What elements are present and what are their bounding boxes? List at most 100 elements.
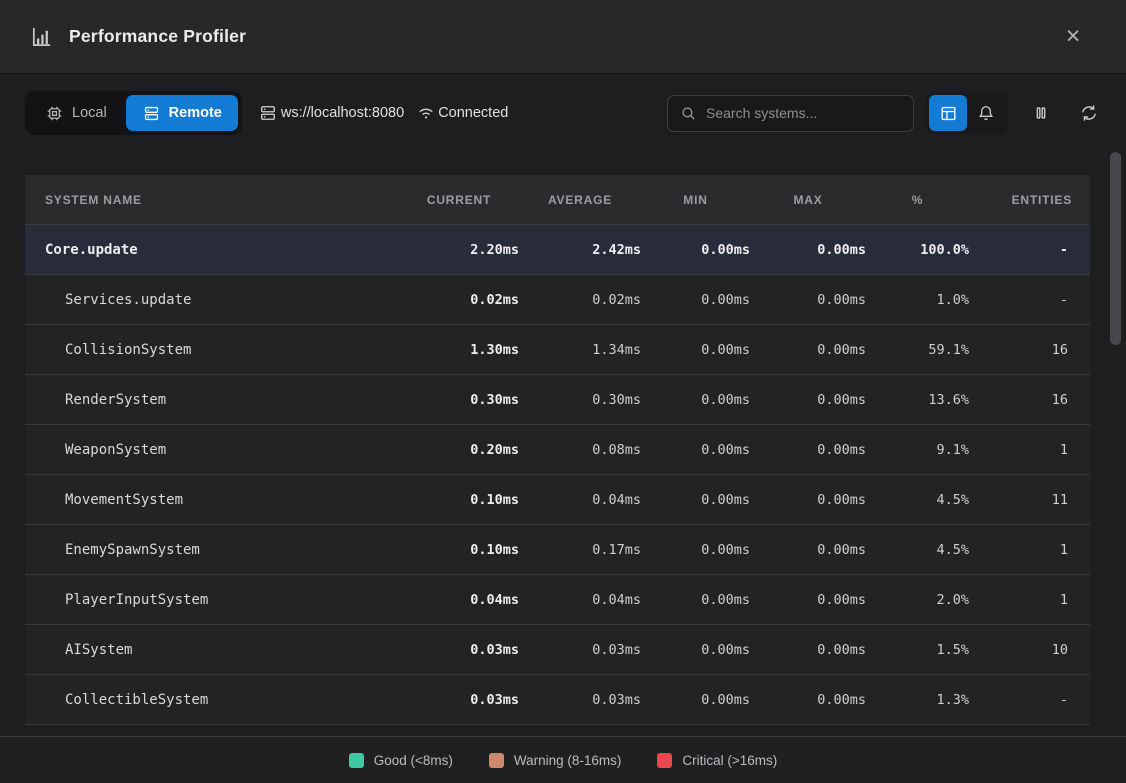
percent-cell: 1.3%	[866, 692, 969, 708]
current-cell: 0.10ms	[399, 492, 519, 508]
cpu-chip-icon	[45, 104, 64, 123]
table-row[interactable]: PlayerInputSystem 0.04ms 0.04ms 0.00ms 0…	[25, 575, 1090, 625]
entities-cell: -	[969, 292, 1090, 308]
table-row[interactable]: Services.update 0.02ms 0.02ms 0.00ms 0.0…	[25, 275, 1090, 325]
entities-cell: 16	[969, 342, 1090, 358]
max-cell: 0.00ms	[750, 342, 866, 358]
current-cell: 0.20ms	[399, 442, 519, 458]
entities-cell: -	[969, 692, 1090, 708]
min-cell: 0.00ms	[641, 692, 750, 708]
current-cell: 0.03ms	[399, 642, 519, 658]
local-mode-label: Local	[72, 105, 107, 121]
percent-cell: 1.5%	[866, 642, 969, 658]
percent-cell: 13.6%	[866, 392, 969, 408]
max-cell: 0.00ms	[750, 542, 866, 558]
entities-cell: 16	[969, 392, 1090, 408]
average-cell: 0.30ms	[519, 392, 641, 408]
table-row[interactable]: WeaponSystem 0.20ms 0.08ms 0.00ms 0.00ms…	[25, 425, 1090, 475]
max-cell: 0.00ms	[750, 492, 866, 508]
column-header-entities[interactable]: ENTITIES	[969, 193, 1090, 207]
min-cell: 0.00ms	[641, 292, 750, 308]
average-cell: 0.02ms	[519, 292, 641, 308]
current-cell: 0.03ms	[399, 692, 519, 708]
legend-label: Warning (8-16ms)	[514, 753, 622, 768]
table-row[interactable]: AISystem 0.03ms 0.03ms 0.00ms 0.00ms 1.5…	[25, 625, 1090, 675]
search-input[interactable]	[706, 105, 901, 121]
legend-label: Good (<8ms)	[374, 753, 453, 768]
system-name-cell: Core.update	[25, 242, 399, 258]
legend-swatch-icon	[349, 753, 364, 768]
pause-icon	[1031, 103, 1051, 123]
mode-toggle-group: Local Remote	[25, 91, 242, 135]
average-cell: 0.08ms	[519, 442, 641, 458]
column-header-system-name[interactable]: SYSTEM NAME	[25, 193, 399, 207]
current-cell: 2.20ms	[399, 242, 519, 258]
min-cell: 0.00ms	[641, 592, 750, 608]
average-cell: 2.42ms	[519, 242, 641, 258]
system-name-cell: PlayerInputSystem	[25, 592, 399, 608]
connection-status-label: Connected	[438, 105, 508, 121]
search-box	[667, 95, 914, 132]
column-header-percent[interactable]: %	[866, 193, 969, 207]
system-name-cell: RenderSystem	[25, 392, 399, 408]
legend-swatch-icon	[489, 753, 504, 768]
average-cell: 0.04ms	[519, 592, 641, 608]
notifications-button[interactable]	[967, 95, 1005, 131]
entities-cell: 11	[969, 492, 1090, 508]
close-button[interactable]: ×	[1056, 20, 1090, 54]
pause-button[interactable]	[1026, 98, 1056, 128]
max-cell: 0.00ms	[750, 642, 866, 658]
percent-cell: 4.5%	[866, 492, 969, 508]
average-cell: 0.03ms	[519, 692, 641, 708]
legend-item: Critical (>16ms)	[657, 753, 777, 768]
percent-cell: 2.0%	[866, 592, 969, 608]
table-row[interactable]: EnemySpawnSystem 0.10ms 0.17ms 0.00ms 0.…	[25, 525, 1090, 575]
max-cell: 0.00ms	[750, 292, 866, 308]
average-cell: 0.04ms	[519, 492, 641, 508]
column-header-max[interactable]: MAX	[750, 193, 866, 207]
min-cell: 0.00ms	[641, 442, 750, 458]
remote-mode-label: Remote	[169, 105, 222, 121]
legend: Good (<8ms) Warning (8-16ms) Critical (>16…	[0, 736, 1126, 783]
view-toggle-group	[926, 92, 1008, 134]
table-body: Core.update 2.20ms 2.42ms 0.00ms 0.00ms …	[25, 225, 1090, 725]
refresh-button[interactable]	[1074, 98, 1104, 128]
table-row[interactable]: Core.update 2.20ms 2.42ms 0.00ms 0.00ms …	[25, 225, 1090, 275]
column-header-current[interactable]: CURRENT	[399, 193, 519, 207]
current-cell: 1.30ms	[399, 342, 519, 358]
min-cell: 0.00ms	[641, 492, 750, 508]
column-header-min[interactable]: MIN	[641, 193, 750, 207]
remote-mode-button[interactable]: Remote	[126, 95, 238, 131]
system-name-cell: Services.update	[25, 292, 399, 308]
entities-cell: 1	[969, 442, 1090, 458]
scrollbar-thumb[interactable]	[1110, 152, 1121, 345]
table-row[interactable]: MovementSystem 0.10ms 0.04ms 0.00ms 0.00…	[25, 475, 1090, 525]
titlebar: Performance Profiler ×	[0, 0, 1126, 74]
local-mode-button[interactable]: Local	[29, 95, 123, 131]
current-cell: 0.30ms	[399, 392, 519, 408]
current-cell: 0.02ms	[399, 292, 519, 308]
current-cell: 0.04ms	[399, 592, 519, 608]
system-name-cell: EnemySpawnSystem	[25, 542, 399, 558]
systems-table: SYSTEM NAME CURRENT AVERAGE MIN MAX % EN…	[25, 175, 1090, 725]
table-row[interactable]: CollisionSystem 1.30ms 1.34ms 0.00ms 0.0…	[25, 325, 1090, 375]
wifi-icon	[416, 103, 436, 123]
bar-chart-icon	[30, 25, 53, 48]
system-name-cell: AISystem	[25, 642, 399, 658]
system-name-cell: CollectibleSystem	[25, 692, 399, 708]
entities-cell: 1	[969, 592, 1090, 608]
legend-swatch-icon	[657, 753, 672, 768]
min-cell: 0.00ms	[641, 392, 750, 408]
table-row[interactable]: RenderSystem 0.30ms 0.30ms 0.00ms 0.00ms…	[25, 375, 1090, 425]
refresh-icon	[1079, 103, 1099, 123]
max-cell: 0.00ms	[750, 242, 866, 258]
search-icon	[680, 105, 697, 122]
connection-status: Connected	[416, 103, 508, 123]
table-view-button[interactable]	[929, 95, 967, 131]
column-header-average[interactable]: AVERAGE	[519, 193, 641, 207]
entities-cell: -	[969, 242, 1090, 258]
table-row[interactable]: CollectibleSystem 0.03ms 0.03ms 0.00ms 0…	[25, 675, 1090, 725]
average-cell: 0.03ms	[519, 642, 641, 658]
toolbar: Local Remote	[25, 91, 1104, 135]
percent-cell: 59.1%	[866, 342, 969, 358]
